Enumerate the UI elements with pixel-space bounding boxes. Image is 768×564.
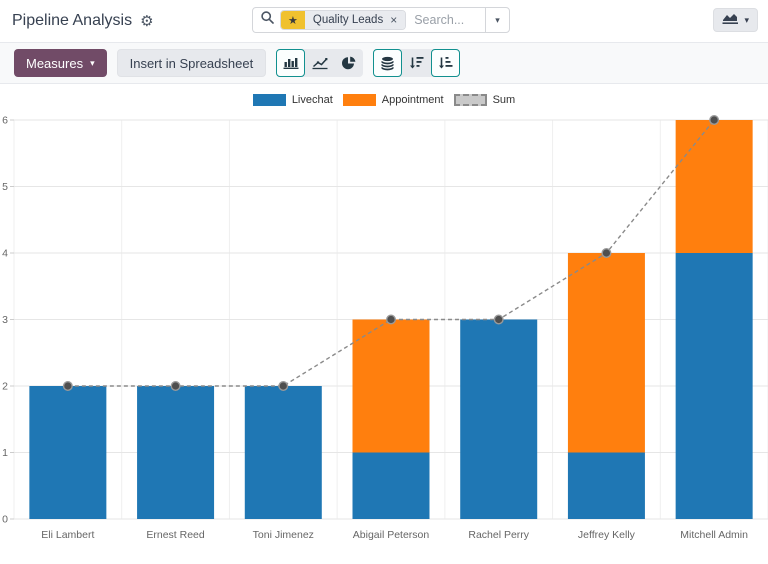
legend-swatch-sum [454,94,487,106]
sort-descending-button[interactable] [402,49,431,77]
x-axis-label: Abigail Peterson [353,529,430,541]
sum-point[interactable] [602,249,611,258]
bar-segment-livechat[interactable] [29,386,106,519]
chevron-down-icon: ▾ [744,15,749,26]
bar-segment-livechat[interactable] [137,386,214,519]
sum-point[interactable] [64,382,73,391]
chevron-down-icon: ▾ [90,58,95,69]
sort-ascending-icon [438,56,453,70]
bar-segment-appointment[interactable] [676,120,753,253]
bar-segment-livechat[interactable] [353,453,430,520]
sum-point[interactable] [710,116,719,125]
measures-button[interactable]: Measures ▾ [14,49,107,77]
y-tick-label: 0 [2,514,8,526]
y-tick-label: 3 [2,314,8,326]
search-icon [261,11,274,29]
y-tick-label: 5 [2,181,8,193]
legend-swatch-livechat [253,94,286,106]
legend-item-sum[interactable]: Sum [454,94,516,106]
sum-point[interactable] [494,315,503,324]
pie-chart-icon [341,56,356,71]
bar-segment-livechat[interactable] [676,253,753,519]
x-axis-label: Mitchell Admin [680,529,748,541]
graph-toolbar: Measures ▾ Insert in Spreadsheet [0,42,768,84]
stacked-bar-chart: 0 1 2 3 4 5 6 Eli Lambert Ernest Reed Toni Jimene… [0,110,768,548]
graph-options-group [373,49,460,77]
y-tick-label: 2 [2,381,8,393]
bar-segment-livechat[interactable] [245,386,322,519]
remove-facet-icon[interactable]: × [390,13,397,27]
sum-point[interactable] [279,382,288,391]
x-axis-label: Ernest Reed [146,529,205,541]
favorite-star-icon: ★ [281,11,305,29]
line-chart-button[interactable] [305,49,334,77]
line-chart-icon [312,56,328,70]
legend-swatch-appointment [343,94,376,106]
sort-ascending-button[interactable] [431,49,460,77]
legend-label: Sum [493,94,516,106]
bar-chart-button[interactable] [276,49,305,77]
search-dropdown-caret-icon[interactable]: ▾ [485,8,509,32]
search-bar[interactable]: ★ Quality Leads × ▾ [252,7,510,33]
search-facet: ★ Quality Leads × [280,10,406,30]
bar-chart-icon [283,56,299,70]
chart-type-group [276,49,363,77]
x-axis-label: Jeffrey Kelly [578,529,636,541]
view-switcher-button[interactable]: ▾ [713,8,758,32]
legend-label: Livechat [292,94,333,106]
facet-label: Quality Leads × [305,11,405,29]
y-tick-label: 6 [2,115,8,127]
insert-in-spreadsheet-button[interactable]: Insert in Spreadsheet [117,49,267,77]
bar-segment-appointment[interactable] [568,253,645,453]
x-axis-label: Toni Jimenez [253,529,314,541]
bar-segment-livechat[interactable] [568,453,645,520]
bar-segment-appointment[interactable] [353,320,430,453]
legend-label: Appointment [382,94,444,106]
graph-view: Livechat Appointment Sum 0 1 2 3 4 5 6 Eli Lamb… [0,90,768,548]
pie-chart-button[interactable] [334,49,363,77]
search-input[interactable] [414,13,485,27]
legend-item-appointment[interactable]: Appointment [343,94,444,106]
area-chart-icon [722,11,739,30]
x-axis-label: Eli Lambert [41,529,94,541]
y-tick-label: 1 [2,447,8,459]
legend-item-livechat[interactable]: Livechat [253,94,333,106]
gear-icon[interactable]: ⚙ [140,14,153,29]
bar-segment-livechat[interactable] [460,320,537,520]
chart-legend: Livechat Appointment Sum [0,90,768,110]
sum-point[interactable] [387,315,396,324]
stacked-button[interactable] [373,49,402,77]
sum-point[interactable] [171,382,180,391]
sort-descending-icon [409,56,424,70]
stacked-icon [380,56,395,71]
page-title: Pipeline Analysis [12,12,132,30]
header: Pipeline Analysis ⚙ ★ Quality Leads × ▾ … [0,0,768,42]
y-tick-label: 4 [2,248,8,260]
x-axis-label: Rachel Perry [468,529,529,541]
